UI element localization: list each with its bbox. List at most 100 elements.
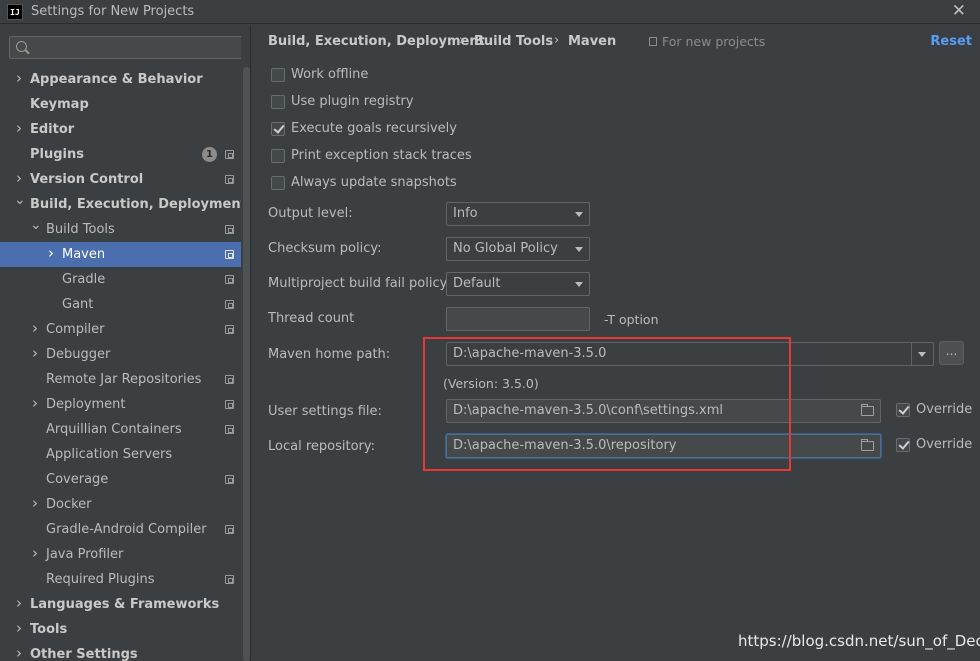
sidebar-item-label: Other Settings — [30, 647, 138, 661]
checksum-policy-value: No Global Policy — [453, 241, 558, 256]
breadcrumb-separator: › — [459, 33, 465, 48]
project-scope-icon — [225, 150, 234, 159]
sidebar-item-label: Appearance & Behavior — [30, 72, 203, 87]
checksum-policy-label: Checksum policy: — [268, 241, 382, 256]
sidebar-item-gant[interactable]: Gant — [0, 292, 241, 317]
thread-count-input[interactable] — [446, 307, 590, 331]
sidebar-item-required-plugins[interactable]: Required Plugins — [0, 567, 241, 592]
sidebar-item-gradle[interactable]: Gradle — [0, 267, 241, 292]
local-repository-value: D:\apache-maven-3.5.0\repository — [453, 438, 677, 453]
chevron-right-icon[interactable]: › — [14, 591, 24, 616]
thread-count-hint: -T option — [604, 312, 659, 327]
output-level-select[interactable]: Info — [446, 202, 590, 226]
sidebar-item-gradle-android-compiler[interactable]: Gradle-Android Compiler — [0, 517, 241, 542]
chevron-right-icon[interactable]: › — [30, 491, 40, 516]
chevron-right-icon[interactable]: › — [30, 341, 40, 366]
fail-policy-select[interactable]: Default — [446, 272, 590, 296]
title-bar: IJ Settings for New Projects ✕ — [0, 0, 980, 24]
always-update-snapshots-checkbox[interactable] — [271, 176, 285, 190]
user-settings-value: D:\apache-maven-3.5.0\conf\settings.xml — [453, 403, 723, 418]
search-box[interactable] — [9, 36, 243, 59]
sidebar-item-java-profiler[interactable]: › Java Profiler — [0, 542, 241, 567]
chevron-down-icon[interactable]: ⌄ — [30, 213, 42, 238]
breadcrumb-build-tools[interactable]: Build Tools — [474, 34, 553, 49]
chevron-right-icon[interactable]: › — [46, 241, 56, 266]
work-offline-label: Work offline — [291, 67, 369, 82]
chevron-right-icon[interactable]: › — [30, 316, 40, 341]
sidebar-item-label: Gradle — [62, 272, 106, 287]
use-plugin-registry-checkbox[interactable] — [271, 95, 285, 109]
user-settings-input[interactable]: D:\apache-maven-3.5.0\conf\settings.xml — [446, 399, 881, 423]
output-level-label: Output level: — [268, 206, 353, 221]
browse-maven-home-button[interactable]: ... — [939, 341, 964, 365]
chevron-right-icon[interactable]: › — [30, 391, 40, 416]
user-settings-override-checkbox[interactable] — [896, 403, 910, 417]
sidebar-item-version-control[interactable]: › Version Control — [0, 167, 241, 192]
sidebar-item-compiler[interactable]: › Compiler — [0, 317, 241, 342]
execute-goals-recursively-label: Execute goals recursively — [291, 121, 457, 136]
maven-home-combo[interactable]: D:\apache-maven-3.5.0 — [446, 342, 934, 366]
chevron-right-icon[interactable]: › — [14, 641, 24, 661]
print-exception-label: Print exception stack traces — [291, 148, 472, 163]
sidebar-item-editor[interactable]: › Editor — [0, 117, 241, 142]
sidebar-item-label: Build Tools — [46, 222, 115, 237]
project-scope-icon — [649, 37, 657, 46]
chevron-right-icon[interactable]: › — [30, 541, 40, 566]
sidebar-item-coverage[interactable]: Coverage — [0, 467, 241, 492]
thread-count-label: Thread count — [268, 311, 355, 326]
sidebar-item-label: Languages & Frameworks — [30, 597, 220, 612]
sidebar-item-label: Compiler — [46, 322, 105, 337]
chevron-down-icon[interactable]: ⌄ — [14, 188, 26, 213]
sidebar-item-debugger[interactable]: › Debugger — [0, 342, 241, 367]
sidebar-item-appearance-behavior[interactable]: › Appearance & Behavior — [0, 67, 241, 92]
chevron-down-icon[interactable] — [911, 343, 933, 365]
sidebar-item-label: Debugger — [46, 347, 111, 362]
sidebar-item-tools[interactable]: › Tools — [0, 617, 241, 642]
sidebar-item-remote-jar-repositories[interactable]: Remote Jar Repositories — [0, 367, 241, 392]
sidebar-item-plugins[interactable]: Plugins 1 — [0, 142, 241, 167]
close-icon[interactable]: ✕ — [952, 1, 966, 21]
chevron-right-icon[interactable]: › — [14, 116, 24, 141]
folder-icon[interactable] — [861, 439, 874, 451]
intellij-app-icon: IJ — [7, 4, 23, 20]
search-input[interactable] — [32, 39, 237, 56]
sidebar-item-label: Arquillian Containers — [46, 422, 182, 437]
local-repository-input[interactable]: D:\apache-maven-3.5.0\repository — [446, 434, 881, 458]
use-plugin-registry-label: Use plugin registry — [291, 94, 414, 109]
user-settings-override-label: Override — [916, 402, 973, 417]
maven-version-text: (Version: 3.5.0) — [443, 376, 539, 391]
project-scope-icon — [225, 175, 234, 184]
watermark-text: https://blog.csdn.net/sun_of_Dec — [738, 632, 980, 650]
print-exception-checkbox[interactable] — [271, 149, 285, 163]
sidebar-item-keymap[interactable]: Keymap — [0, 92, 241, 117]
sidebar-item-arquillian-containers[interactable]: Arquillian Containers — [0, 417, 241, 442]
local-repository-override-checkbox[interactable] — [896, 438, 910, 452]
project-scope-icon — [225, 325, 234, 334]
sidebar-item-maven[interactable]: › Maven — [0, 242, 241, 267]
sidebar-item-other-settings[interactable]: › Other Settings — [0, 642, 241, 661]
maven-settings-panel: Build, Execution, Deployment › Build Too… — [252, 25, 980, 661]
sidebar-item-languages-frameworks[interactable]: › Languages & Frameworks — [0, 592, 241, 617]
sidebar-scrollbar[interactable] — [243, 67, 250, 661]
breadcrumb-build-execution[interactable]: Build, Execution, Deployment — [268, 34, 485, 49]
chevron-right-icon[interactable]: › — [14, 66, 24, 91]
sidebar-item-label: Plugins — [30, 147, 84, 162]
checksum-policy-select[interactable]: No Global Policy — [446, 237, 590, 261]
sidebar-item-deployment[interactable]: › Deployment — [0, 392, 241, 417]
sidebar-item-label: Version Control — [30, 172, 144, 187]
sidebar-item-label: Keymap — [30, 97, 89, 112]
sidebar-item-label: Java Profiler — [46, 547, 124, 562]
work-offline-checkbox[interactable] — [271, 68, 285, 82]
sidebar-item-label: Tools — [30, 622, 68, 637]
chevron-right-icon[interactable]: › — [14, 616, 24, 641]
sidebar-item-application-servers[interactable]: Application Servers — [0, 442, 241, 467]
project-scope-icon — [225, 400, 234, 409]
breadcrumb-maven: Maven — [568, 34, 617, 49]
folder-icon[interactable] — [861, 404, 874, 416]
project-scope-icon — [225, 300, 234, 309]
execute-goals-recursively-checkbox[interactable] — [271, 122, 285, 136]
sidebar-item-label: Docker — [46, 497, 92, 512]
reset-link[interactable]: Reset — [930, 34, 972, 49]
sidebar-item-docker[interactable]: › Docker — [0, 492, 241, 517]
sidebar-item-build-tools[interactable]: ⌄ Build Tools — [0, 217, 241, 242]
